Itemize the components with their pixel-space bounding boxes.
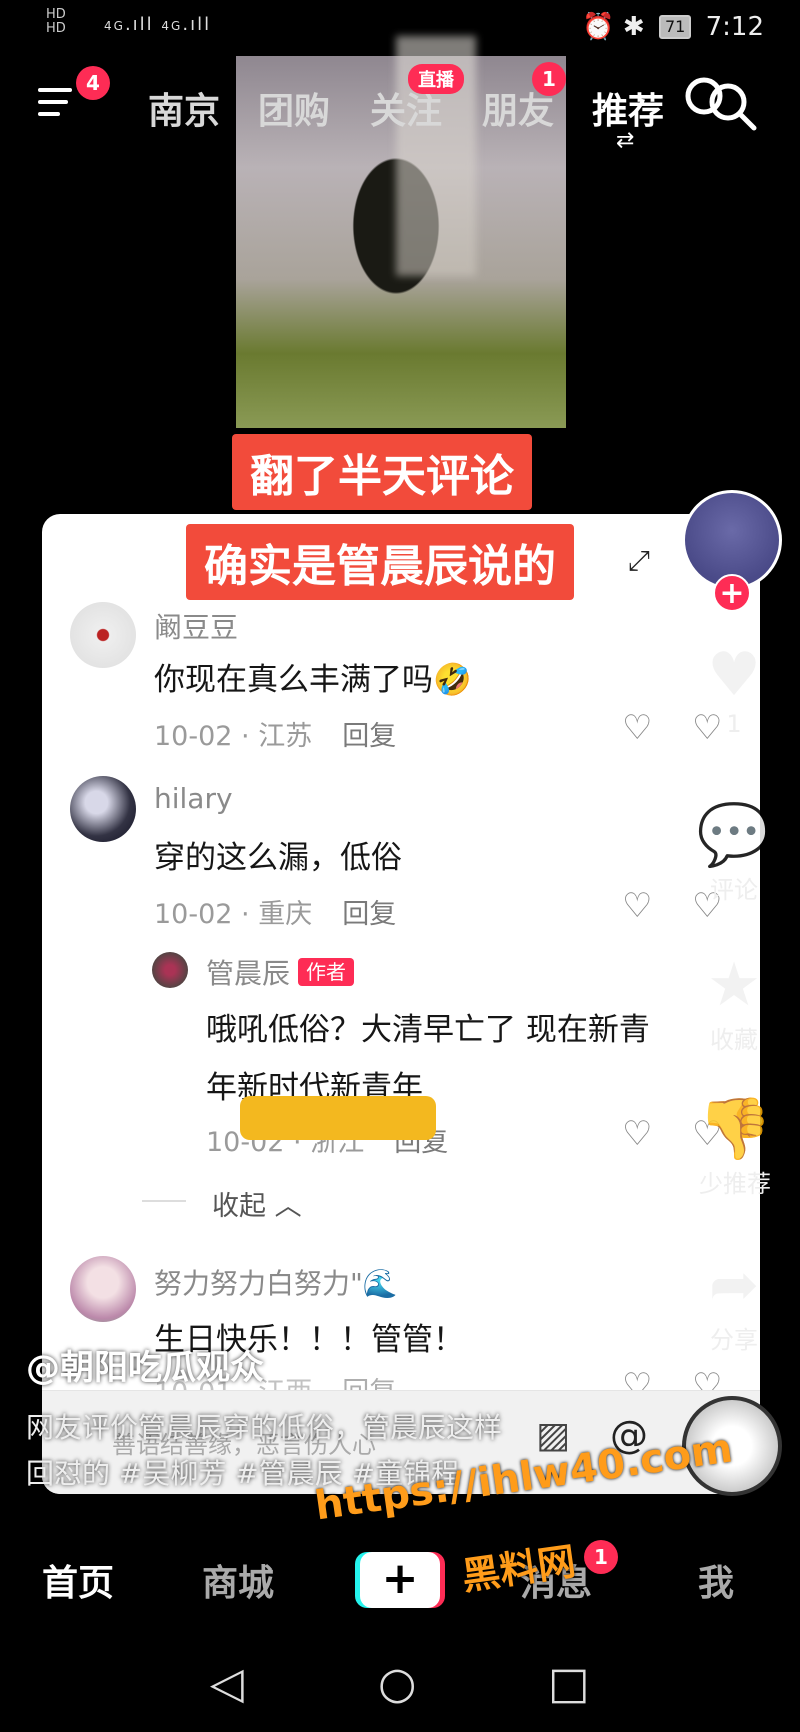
reply-username[interactable]: 管晨辰 作者 — [206, 952, 355, 992]
comment-region: 重庆 — [258, 899, 313, 930]
collapse-label[interactable]: 收起 — [212, 1191, 266, 1222]
author-tag: 作者 — [298, 958, 355, 986]
alarm-icon: ⏰ — [582, 12, 615, 42]
collapse-button[interactable]: 收起 ︿ — [212, 1184, 302, 1223]
favorite-label: 收藏 — [710, 1026, 758, 1054]
redaction-bar — [240, 1096, 436, 1140]
comment-meta: 10-02 · 重庆 回复 — [154, 899, 397, 930]
comment-username[interactable]: hilary — [154, 782, 233, 815]
like-count: 1 — [726, 710, 742, 738]
status-right: ⏰ ✱ 71 7:12 — [582, 12, 764, 42]
network-type-1: 4G — [104, 19, 125, 33]
signal-icon: .ıll — [124, 14, 154, 35]
friends-badge: 1 — [532, 62, 566, 96]
system-nav-bar: ◁ ○ □ — [0, 1640, 800, 1732]
comment-region: 江苏 — [258, 721, 313, 752]
like-icon[interactable]: ♡ — [622, 886, 652, 926]
search-icon[interactable] — [680, 74, 760, 134]
comment-date: 10-02 — [154, 721, 233, 752]
hd-indicator: HD HD — [46, 8, 66, 36]
signal-icon-2: .ıll — [182, 14, 212, 35]
post-author[interactable]: @朝阳吃瓜观众 — [26, 1340, 264, 1389]
share-arrow-icon[interactable]: ➦ — [694, 1250, 774, 1320]
comment-bubble-icon[interactable]: 💬 — [694, 800, 774, 870]
comment-username[interactable]: 阚豆豆 — [154, 606, 238, 646]
like-icon[interactable]: ♡ — [622, 708, 652, 748]
tab-nanjing[interactable]: 南京 — [148, 82, 220, 134]
author-name[interactable]: 管晨辰 — [206, 957, 290, 990]
avatar[interactable] — [70, 1256, 136, 1322]
comment-meta: 10-02 · 江苏 回复 — [154, 721, 397, 752]
dislike-action[interactable]: 👎 少推荐 — [690, 1094, 780, 1199]
nav-home[interactable]: 首页 — [42, 1554, 114, 1606]
bluetooth-icon: ✱ — [622, 12, 645, 42]
clock: 7:12 — [705, 12, 764, 42]
live-badge: 直播 — [408, 64, 464, 94]
reply-text-line-1: 哦吼低俗？大清早亡了 现在新青 — [206, 1012, 650, 1048]
avatar[interactable] — [152, 952, 188, 988]
reply-button[interactable]: 回复 — [342, 899, 396, 930]
chevron-up-icon: ︿ — [274, 1191, 302, 1222]
caption-line-1: 翻了半天评论 — [232, 434, 532, 510]
thumbs-down-icon[interactable]: 👎 — [690, 1094, 780, 1164]
messages-badge: 1 — [584, 1540, 618, 1574]
expand-icon[interactable]: ⤢ — [628, 544, 650, 578]
hd-label-1: HD — [46, 7, 66, 22]
comment-username[interactable]: 努力努力白努力"🌊 — [154, 1262, 398, 1302]
heart-icon[interactable]: ♥ — [694, 640, 774, 710]
comment-action[interactable]: 💬 评论 — [694, 800, 774, 905]
signal-icons: 4G.ıll 4G.ıll — [104, 14, 211, 35]
battery-icon: 71 — [658, 15, 692, 39]
tab-recommend[interactable]: 推荐 — [592, 82, 664, 134]
follow-plus-icon[interactable]: + — [713, 574, 751, 612]
bottom-nav: 首页 商城 + 消息 1 我 — [0, 1530, 800, 1630]
comment-label: 评论 — [710, 876, 758, 904]
post-description-line-1: 网友评价管晨辰穿的低俗，管晨辰这样 — [26, 1411, 503, 1444]
nav-me[interactable]: 我 — [698, 1554, 734, 1606]
create-post-button[interactable]: + — [360, 1552, 440, 1608]
tab-groupbuy[interactable]: 团购 — [258, 82, 330, 134]
collapse-divider — [142, 1200, 186, 1202]
switch-arrows-icon: ⇄ — [616, 128, 635, 153]
network-type-2: 4G — [161, 19, 183, 33]
caption-line-2: 确实是管晨辰说的 — [186, 524, 574, 600]
nav-mall[interactable]: 商城 — [202, 1554, 274, 1606]
back-icon[interactable]: ◁ — [210, 1658, 244, 1709]
menu-icon[interactable] — [38, 88, 78, 120]
star-icon[interactable]: ★ — [694, 950, 774, 1020]
home-icon[interactable]: ○ — [378, 1658, 416, 1709]
favorite-action[interactable]: ★ 收藏 — [694, 950, 774, 1055]
recents-icon[interactable]: □ — [548, 1658, 590, 1709]
comment-text: 你现在真么丰满了吗🤣 — [154, 662, 472, 698]
hd-label-2: HD — [46, 21, 66, 36]
avatar[interactable] — [70, 602, 136, 668]
like-icon[interactable]: ♡ — [622, 1114, 652, 1154]
avatar[interactable] — [70, 776, 136, 842]
dislike-label: 少推荐 — [699, 1170, 771, 1198]
reply-button[interactable]: 回复 — [342, 721, 396, 752]
share-label: 分享 — [710, 1326, 758, 1354]
comment-date: 10-02 — [154, 899, 233, 930]
top-nav: 4 南京 团购 关注 直播 朋友 1 推荐 ⇄ — [0, 60, 800, 153]
share-action[interactable]: ➦ 分享 — [694, 1250, 774, 1355]
comment-text: 穿的这么漏，低俗 — [154, 840, 402, 876]
menu-badge: 4 — [76, 66, 110, 100]
like-action[interactable]: ♥ 1 — [694, 640, 774, 738]
